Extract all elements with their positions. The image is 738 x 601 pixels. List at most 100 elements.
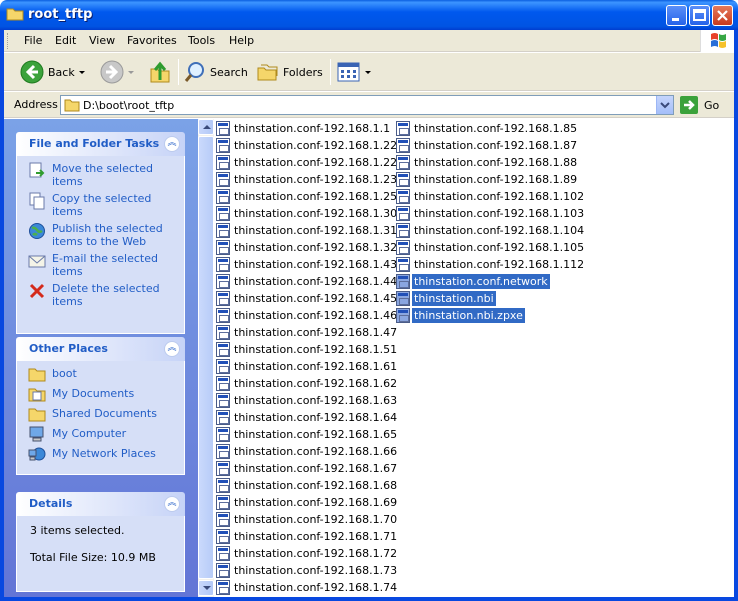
file-item[interactable]: thinstation.conf-192.168.1.67 — [216, 460, 399, 477]
file-name: thinstation.conf-192.168.1.46 — [234, 309, 398, 322]
file-name: thinstation.conf-192.168.1.63 — [234, 394, 398, 407]
file-item[interactable]: thinstation.conf-192.168.1.68 — [216, 477, 399, 494]
file-name: thinstation.conf-192.168.1.71 — [234, 530, 398, 543]
file-item[interactable]: thinstation.conf-192.168.1.87 — [396, 137, 579, 154]
collapse-chevron-icon[interactable]: ︽ — [164, 136, 180, 152]
details-header[interactable]: Details ︽ — [16, 492, 185, 516]
file-name: thinstation.conf-192.168.1.105 — [414, 241, 585, 254]
minimize-button[interactable] — [666, 5, 687, 26]
file-item[interactable]: thinstation.conf-192.168.1.74 — [216, 579, 399, 596]
file-item[interactable]: thinstation.conf-192.168.1.71 — [216, 528, 399, 545]
folders-button[interactable]: Folders — [257, 59, 323, 85]
file-item[interactable]: thinstation.conf.network — [396, 273, 550, 290]
file-item[interactable]: thinstation.conf-192.168.1.104 — [396, 222, 586, 239]
views-dropdown-icon[interactable] — [365, 70, 371, 74]
views-button[interactable] — [337, 59, 371, 85]
file-item[interactable]: thinstation.conf-192.168.1.73 — [216, 562, 399, 579]
scroll-down-button[interactable] — [198, 580, 214, 596]
file-item[interactable]: thinstation.conf-192.168.1.72 — [216, 545, 399, 562]
file-item[interactable]: thinstation.conf-192.168.1.69 — [216, 494, 399, 511]
place-my-computer[interactable]: My Computer — [17, 426, 184, 447]
place-boot[interactable]: boot — [17, 367, 184, 387]
file-list-pane[interactable]: thinstation.conf-192.168.1.1 thinstation.… — [198, 119, 734, 597]
forward-button[interactable] — [100, 59, 134, 85]
file-item[interactable]: thinstation.conf-192.168.1.32 — [216, 239, 399, 256]
menu-edit[interactable]: Edit — [55, 34, 76, 47]
file-item[interactable]: thinstation.conf-192.168.1.30 — [216, 205, 399, 222]
file-icon — [216, 223, 230, 238]
file-item[interactable]: thinstation.conf-192.168.1.63 — [216, 392, 399, 409]
file-item[interactable]: thinstation.conf-192.168.1.45 — [216, 290, 399, 307]
title-bar[interactable]: root_tftp — [0, 0, 738, 30]
go-button[interactable]: Go — [680, 96, 719, 114]
file-item[interactable]: thinstation.conf-192.168.1.22 — [216, 137, 399, 154]
search-button[interactable]: Search — [184, 59, 248, 85]
file-item[interactable]: thinstation.conf-192.168.1.23 — [216, 171, 399, 188]
scroll-thumb[interactable] — [198, 136, 214, 579]
task-move[interactable]: Move the selected items — [17, 162, 184, 192]
back-button[interactable]: Back — [20, 59, 85, 85]
file-item[interactable]: thinstation.conf-192.168.1.44 — [216, 273, 399, 290]
address-input[interactable]: D:\boot\root_tftp — [60, 95, 674, 115]
file-item[interactable]: thinstation.conf-192.168.1.103 — [396, 205, 586, 222]
close-button[interactable] — [712, 5, 733, 26]
task-email[interactable]: E-mail the selected items — [17, 252, 184, 282]
file-icon — [216, 376, 230, 391]
file-item[interactable]: thinstation.conf-192.168.1.25 — [216, 188, 399, 205]
file-item[interactable]: thinstation.nbi — [396, 290, 496, 307]
maximize-button[interactable] — [689, 5, 710, 26]
file-item[interactable]: thinstation.nbi.zpxe — [396, 307, 525, 324]
place-my-documents[interactable]: My Documents — [17, 387, 184, 407]
file-item[interactable]: thinstation.conf-192.168.1.66 — [216, 443, 399, 460]
file-item[interactable]: thinstation.conf-192.168.1.112 — [396, 256, 586, 273]
file-item[interactable]: thinstation.conf-192.168.1.64 — [216, 409, 399, 426]
file-item[interactable]: thinstation.conf-192.168.1.65 — [216, 426, 399, 443]
file-item[interactable]: thinstation.conf-192.168.1.22x — [216, 154, 406, 171]
menu-grip — [7, 33, 10, 49]
file-icon — [216, 121, 230, 136]
file-icon — [216, 138, 230, 153]
scroll-up-button[interactable] — [198, 119, 214, 135]
file-item[interactable]: thinstation.conf-192.168.1.43 — [216, 256, 399, 273]
file-item[interactable]: thinstation.conf-192.168.1.105 — [396, 239, 586, 256]
file-item[interactable]: thinstation.conf-192.168.1.62 — [216, 375, 399, 392]
file-item[interactable]: thinstation.conf-192.168.1.51 — [216, 341, 399, 358]
file-item[interactable]: thinstation.conf-192.168.1.102 — [396, 188, 586, 205]
file-item[interactable]: thinstation.conf-192.168.1.31 — [216, 222, 399, 239]
file-name: thinstation.conf-192.168.1.45 — [234, 292, 398, 305]
file-item[interactable]: thinstation.conf-192.168.1.1 — [216, 120, 392, 137]
file-name: thinstation.conf-192.168.1.32 — [234, 241, 398, 254]
menu-tools[interactable]: Tools — [188, 34, 215, 47]
place-my-network-places[interactable]: My Network Places — [17, 447, 184, 467]
place-shared-documents[interactable]: Shared Documents — [17, 407, 184, 427]
address-dropdown-button[interactable] — [656, 96, 673, 114]
file-item[interactable]: thinstation.conf-192.168.1.85 — [396, 120, 579, 137]
collapse-chevron-icon[interactable]: ︽ — [164, 341, 180, 357]
menu-help[interactable]: Help — [229, 34, 254, 47]
task-publish[interactable]: Publish the selected items to the Web — [17, 222, 184, 252]
other-places-header[interactable]: Other Places ︽ — [16, 337, 185, 361]
file-item[interactable]: thinstation.conf-192.168.1.61 — [216, 358, 399, 375]
up-folder-button[interactable] — [149, 59, 171, 85]
collapse-chevron-icon[interactable]: ︽ — [164, 496, 180, 512]
task-delete[interactable]: Delete the selected items — [17, 282, 184, 312]
back-dropdown-icon[interactable] — [78, 70, 85, 74]
forward-dropdown-icon[interactable] — [128, 70, 134, 74]
menu-file[interactable]: File — [24, 34, 42, 47]
vertical-scrollbar[interactable] — [198, 119, 214, 597]
menu-favorites[interactable]: Favorites — [127, 34, 177, 47]
file-icon — [396, 291, 410, 306]
file-name: thinstation.conf-192.168.1.51 — [234, 343, 398, 356]
file-item[interactable]: thinstation.conf-192.168.1.88 — [396, 154, 579, 171]
task-copy[interactable]: Copy the selected items — [17, 192, 184, 222]
file-item[interactable]: thinstation.conf-192.168.1.47 — [216, 324, 399, 341]
file-item[interactable]: thinstation.conf-192.168.1.89 — [396, 171, 579, 188]
file-item[interactable]: thinstation.conf-192.168.1.46 — [216, 307, 399, 324]
file-folder-tasks-header[interactable]: File and Folder Tasks ︽ — [16, 132, 185, 156]
file-item[interactable]: thinstation.conf-192.168.1.70 — [216, 511, 399, 528]
selection-count: 3 items selected. — [30, 524, 125, 537]
menu-view[interactable]: View — [89, 34, 115, 47]
folders-icon — [257, 64, 278, 81]
windows-logo — [700, 30, 734, 52]
file-name: thinstation.conf-192.168.1.74 — [234, 581, 398, 594]
